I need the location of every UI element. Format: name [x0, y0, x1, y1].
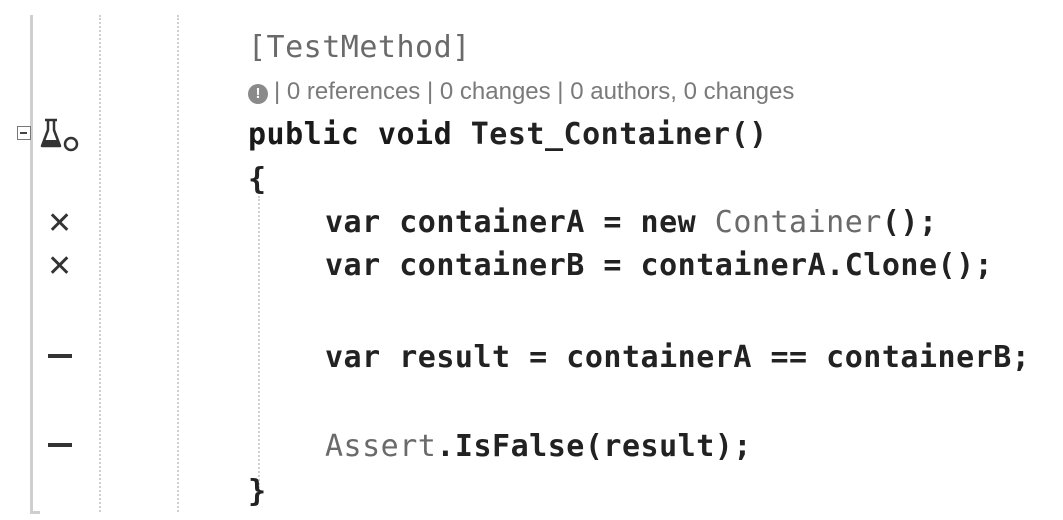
codelens-text[interactable]: | 0 references | 0 changes | 0 authors, … — [274, 78, 794, 105]
x-icon[interactable]: ✕ — [47, 207, 72, 241]
info-icon: ! — [248, 84, 268, 104]
code-text: (); — [881, 205, 938, 240]
x-icon[interactable]: ✕ — [47, 250, 72, 284]
dash-icon[interactable] — [48, 443, 72, 447]
code-text: var containerA = new — [325, 205, 715, 240]
close-brace: } — [248, 474, 267, 509]
dash-icon[interactable] — [48, 354, 72, 358]
type-name: Assert — [325, 429, 437, 464]
gutter-bar — [30, 15, 33, 512]
test-flask-icon[interactable] — [35, 116, 85, 152]
type-name: Container — [714, 205, 882, 240]
gutter-tick — [30, 511, 40, 514]
method-name: Test_Container() — [452, 117, 768, 152]
collapse-minus-icon[interactable] — [17, 126, 31, 140]
code-line-container-a: var containerA = new Container(); — [325, 203, 938, 243]
code-line-assert: Assert.IsFalse(result); — [325, 427, 752, 467]
code-line-result: var result = containerA == containerB; — [325, 340, 1031, 375]
code-editor: ✕ ✕ [TestMethod] ! | 0 references | 0 cha… — [0, 0, 1063, 520]
method-signature: public void Test_Container() — [248, 115, 768, 155]
codelens-info[interactable]: ! | 0 references | 0 changes | 0 authors,… — [248, 76, 794, 108]
indent-guide — [99, 15, 101, 512]
code-text: .IsFalse(result); — [436, 429, 752, 464]
test-method-attribute: [TestMethod] — [248, 30, 471, 65]
indent-guide — [177, 15, 179, 512]
signature-keywords: public void — [248, 117, 453, 152]
block-indent-guide — [258, 196, 260, 488]
open-brace: { — [248, 162, 267, 197]
code-line-container-b: var containerB = containerA.Clone(); — [325, 248, 994, 283]
